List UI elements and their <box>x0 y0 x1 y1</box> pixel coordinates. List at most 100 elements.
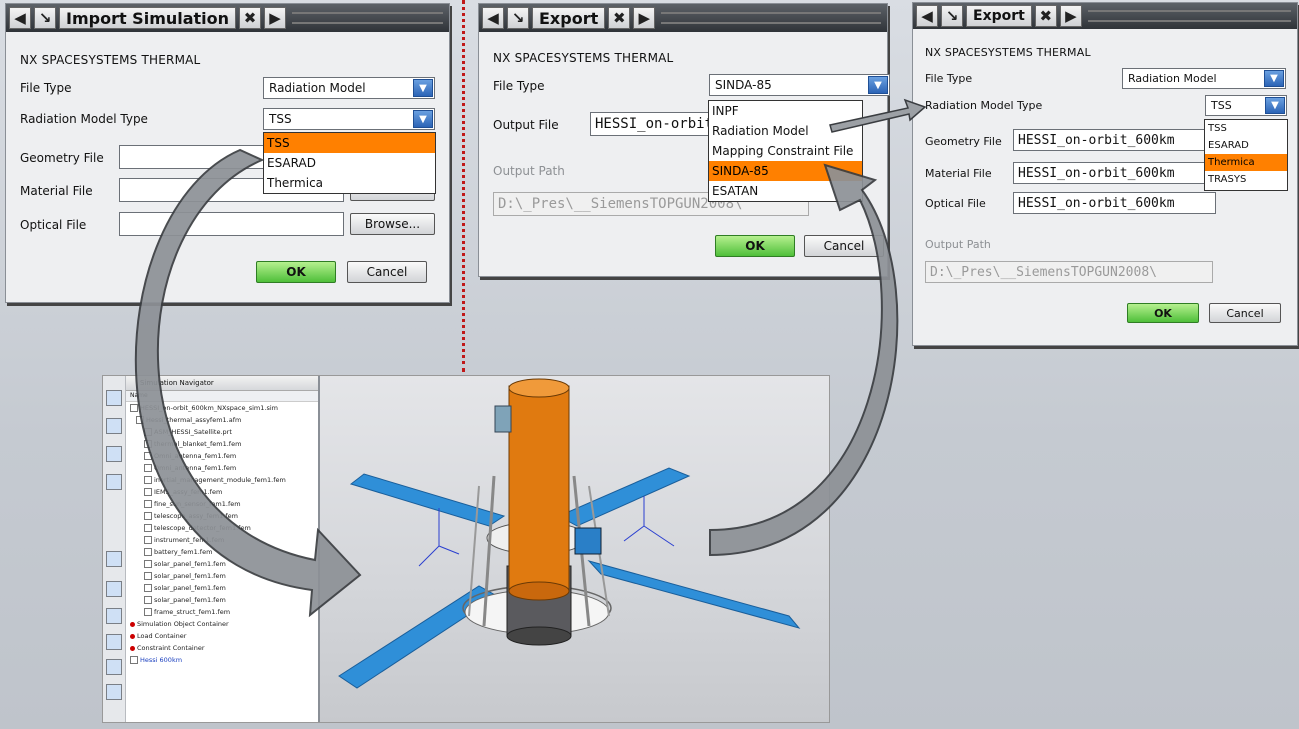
navigator-column-name[interactable]: Name <box>126 391 318 402</box>
checkbox-icon[interactable] <box>144 476 152 484</box>
dropdown-option-esatan[interactable]: ESATAN <box>709 181 862 201</box>
nx-viewport[interactable]: Simulation Navigator Name HESSI_on-orbit… <box>102 375 830 723</box>
forward-arrow-icon[interactable]: ▶ <box>264 7 287 29</box>
radiation-model-type-dropdown[interactable]: TSS ESARAD Thermica TRASYS <box>1204 119 1288 191</box>
forward-arrow-icon[interactable]: ▶ <box>633 7 656 29</box>
checkbox-icon[interactable] <box>144 584 152 592</box>
title-grip[interactable] <box>1087 10 1291 22</box>
file-type-select[interactable]: Radiation Model ▼ <box>1122 68 1286 89</box>
close-icon[interactable]: ✖ <box>608 7 631 29</box>
title-grip[interactable] <box>661 12 881 24</box>
chevron-down-icon[interactable]: ▼ <box>1265 97 1285 114</box>
optical-file-input[interactable] <box>119 212 344 236</box>
checkbox-icon[interactable] <box>144 512 152 520</box>
navigator-row[interactable]: battery_fem1.fem <box>126 546 318 558</box>
navigator-row[interactable]: Omni_antenna_fem1.fem <box>126 462 318 474</box>
checkbox-icon[interactable] <box>144 452 152 460</box>
optical-file-input[interactable]: HESSI_on-orbit_600km <box>1013 192 1216 214</box>
ok-button[interactable]: OK <box>256 261 336 283</box>
navigator-row[interactable]: Omni_antenna_fem1.fem <box>126 450 318 462</box>
navigator-row[interactable]: Constraint Container <box>126 642 318 654</box>
back-arrow-icon[interactable]: ◀ <box>482 7 504 29</box>
checkbox-icon[interactable] <box>144 572 152 580</box>
navigator-row[interactable]: solar_panel_fem1.fem <box>126 558 318 570</box>
dropdown-option-esarad[interactable]: ESARAD <box>1205 137 1287 154</box>
file-type-select[interactable]: Radiation Model ▼ <box>263 77 435 99</box>
navigator-row[interactable]: solar_panel_fem1.fem <box>126 582 318 594</box>
reuse-library-icon[interactable] <box>106 608 122 624</box>
cancel-button[interactable]: Cancel <box>804 235 884 257</box>
dropdown-option-inpf[interactable]: INPF <box>709 101 862 121</box>
collapse-arrow-icon[interactable]: ↘ <box>34 7 56 29</box>
forward-arrow-icon[interactable]: ▶ <box>1059 5 1082 27</box>
container-icon[interactable] <box>130 645 135 651</box>
checkbox-icon[interactable] <box>144 488 152 496</box>
history-icon[interactable] <box>106 474 122 490</box>
navigator-row[interactable]: Hessi 600km <box>126 654 318 666</box>
checkbox-icon[interactable] <box>144 560 152 568</box>
back-arrow-icon[interactable]: ◀ <box>9 7 31 29</box>
dropdown-option-tss[interactable]: TSS <box>264 133 435 153</box>
cancel-button[interactable]: Cancel <box>347 261 427 283</box>
back-arrow-icon[interactable]: ◀ <box>916 5 938 27</box>
checkbox-icon[interactable] <box>144 464 152 472</box>
dropdown-option-thermica[interactable]: Thermica <box>264 173 435 193</box>
navigator-row[interactable]: Load Container <box>126 630 318 642</box>
navigator-row[interactable]: fine_sun_sensor_fem1.fem <box>126 498 318 510</box>
checkbox-icon[interactable] <box>130 656 138 664</box>
close-icon[interactable]: ✖ <box>239 7 262 29</box>
navigator-row[interactable]: Hessi_thermal_assyfem1.afm <box>126 414 318 426</box>
title-grip[interactable] <box>292 12 443 24</box>
dropdown-option-thermica[interactable]: Thermica <box>1205 154 1287 171</box>
checkbox-icon[interactable] <box>144 500 152 508</box>
output-file-input[interactable]: HESSI_on-orbit_600km <box>590 112 715 136</box>
checkbox-icon[interactable] <box>144 428 152 436</box>
chevron-down-icon[interactable]: ▼ <box>1264 70 1284 87</box>
dropdown-option-radiation-model[interactable]: Radiation Model <box>709 121 862 141</box>
checkbox-icon[interactable] <box>144 536 152 544</box>
navigator-row[interactable]: HESSI_on-orbit_600km_NXspace_sim1.sim <box>126 402 318 414</box>
container-icon[interactable] <box>130 621 135 627</box>
navigator-row[interactable]: thermal_blanket_fem1.fem <box>126 438 318 450</box>
radiation-model-type-select[interactable]: TSS ▼ <box>1205 95 1287 116</box>
history-clock-icon[interactable] <box>106 581 122 597</box>
radiation-model-type-dropdown[interactable]: TSS ESARAD Thermica <box>263 132 436 194</box>
navigator-row[interactable]: solar_panel_fem1.fem <box>126 570 318 582</box>
assembly-navigator-icon[interactable] <box>106 390 122 406</box>
ok-button[interactable]: OK <box>715 235 795 257</box>
dropdown-option-tss[interactable]: TSS <box>1205 120 1287 137</box>
chevron-down-icon[interactable]: ▼ <box>413 79 433 97</box>
navigator-row[interactable]: ASM_HESSI_Satellite.prt <box>126 426 318 438</box>
chevron-down-icon[interactable]: ▼ <box>868 76 888 94</box>
close-icon[interactable]: ✖ <box>1034 5 1057 27</box>
navigator-row[interactable]: inertial_management_module_fem1.fem <box>126 474 318 486</box>
collapse-arrow-icon[interactable]: ↘ <box>941 5 963 27</box>
web-browser-icon[interactable] <box>106 551 122 567</box>
radiation-model-type-select[interactable]: TSS ▼ <box>263 108 435 130</box>
file-type-select[interactable]: SINDA-85 ▼ <box>709 74 890 96</box>
checkbox-icon[interactable] <box>144 524 152 532</box>
system-materials-icon[interactable] <box>106 684 122 700</box>
part-navigator-icon[interactable] <box>106 418 122 434</box>
navigator-row[interactable]: IEMS_assy_fem1.fem <box>126 486 318 498</box>
roles-icon[interactable] <box>106 659 122 675</box>
palette-icon[interactable] <box>106 634 122 650</box>
optical-browse-button[interactable]: Browse... <box>350 213 435 235</box>
ok-button[interactable]: OK <box>1127 303 1199 323</box>
navigator-row[interactable]: Simulation Object Container <box>126 618 318 630</box>
dropdown-option-esarad[interactable]: ESARAD <box>264 153 435 173</box>
checkbox-icon[interactable] <box>130 404 138 412</box>
checkbox-icon[interactable] <box>144 440 152 448</box>
dropdown-option-trasys[interactable]: TRASYS <box>1205 171 1287 188</box>
checkbox-icon[interactable] <box>144 596 152 604</box>
navigator-row[interactable]: telescope_detector_fem1.fem <box>126 522 318 534</box>
checkbox-icon[interactable] <box>144 548 152 556</box>
dropdown-option-mapping-constraint[interactable]: Mapping Constraint File <box>709 141 862 161</box>
file-type-dropdown[interactable]: INPF Radiation Model Mapping Constraint … <box>708 100 863 202</box>
navigator-row[interactable]: instrument_fem1.fem <box>126 534 318 546</box>
navigator-row[interactable]: frame_struct_fem1.fem <box>126 606 318 618</box>
chevron-down-icon[interactable]: ▼ <box>413 110 433 128</box>
container-icon[interactable] <box>130 633 135 639</box>
simulation-navigator-icon[interactable] <box>106 446 122 462</box>
checkbox-icon[interactable] <box>144 608 152 616</box>
